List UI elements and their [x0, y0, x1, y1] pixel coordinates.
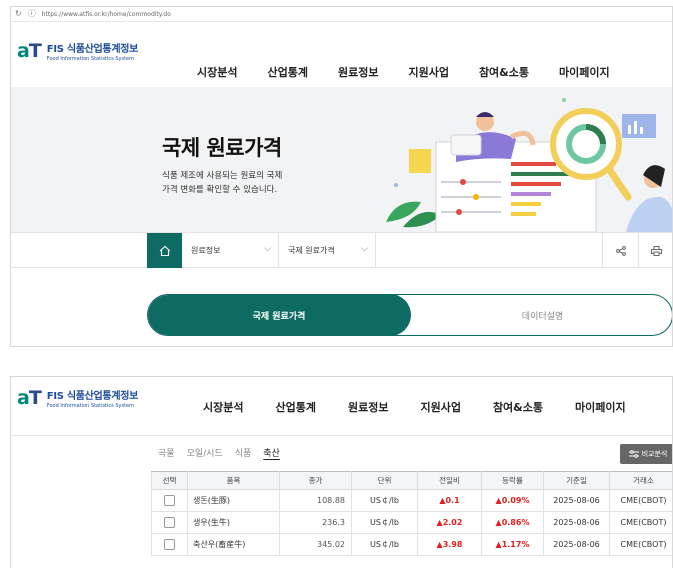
exchange: CME(CBOT) [609, 533, 672, 556]
exchange: CME(CBOT) [609, 489, 672, 512]
logo-title: FIS 식품산업통계정보 [46, 391, 139, 402]
site-header: aT FIS 식품산업통계정보 Food Information Statist… [11, 22, 672, 92]
nav-mypage[interactable]: 마이페이지 [559, 64, 610, 80]
col-change-rate[interactable]: 등락률 [481, 471, 544, 490]
unit: US￠/lb [351, 489, 418, 512]
nav-support-programs[interactable]: 지원사업 [420, 399, 460, 415]
nav-participation[interactable]: 참여&소통 [479, 64, 529, 80]
category-tabs: 곡물 오일/시드 식품 축산 [158, 446, 292, 459]
refresh-icon[interactable]: ↻ [15, 10, 22, 18]
col-change[interactable]: 전일비 [417, 471, 482, 490]
main-nav: 시장분석 산업통계 원료정보 지원사업 참여&소통 마이페이지 [197, 64, 610, 80]
nav-support-programs[interactable]: 지원사업 [408, 64, 448, 80]
breadcrumb-dropdown-1[interactable]: 원료정보 ⌵ [182, 233, 279, 268]
change-value: ▲2.02 [417, 511, 482, 534]
print-button[interactable] [638, 233, 672, 268]
tab-food[interactable]: 식품 [235, 446, 252, 459]
item-name[interactable]: 생돈(生豚) [187, 489, 280, 512]
col-select: 선택 [151, 471, 188, 490]
logo-title: FIS 식품산업통계정보 [46, 44, 139, 55]
col-unit: 단위 [351, 471, 418, 490]
col-item[interactable]: 품목 [187, 471, 280, 490]
unit: US￠/lb [351, 533, 418, 556]
site-info-icon[interactable]: ⓘ [28, 10, 36, 18]
logo-mark: aT [17, 387, 42, 409]
tab-oilseed[interactable]: 오일/시드 [187, 446, 223, 459]
exchange: CME(CBOT) [609, 511, 672, 534]
main-nav: 시장분석 산업통계 원료정보 지원사업 참여&소통 마이페이지 [203, 399, 626, 415]
unit: US￠/lb [351, 511, 418, 534]
change-value: ▲0.1 [417, 489, 482, 512]
browser-address-bar[interactable]: ↻ ⓘ https://www.atfis.or.kr/home/commodi… [11, 7, 672, 22]
chevron-down-icon: ⌵ [264, 244, 271, 254]
base-date: 2025-08-06 [543, 489, 610, 512]
share-button[interactable] [602, 233, 638, 268]
compare-analysis-button[interactable]: 비교분석 [620, 444, 672, 464]
print-icon [651, 245, 662, 256]
nav-market-analysis[interactable]: 시장분석 [203, 399, 243, 415]
col-close-price[interactable]: 종가 [279, 471, 352, 490]
share-icon [615, 245, 626, 256]
change-value: ▲3.98 [417, 533, 482, 556]
tab-data-description[interactable]: 데이터설명 [411, 295, 672, 335]
change-rate: ▲0.86% [481, 511, 544, 534]
item-name[interactable]: 생우(生牛) [187, 511, 280, 534]
home-icon [159, 245, 170, 256]
content-tabs: 국제 원료가격 데이터설명 [147, 294, 672, 336]
site-logo[interactable]: aT FIS 식품산업통계정보 Food Information Statist… [17, 387, 138, 409]
logo-mark: aT [17, 40, 42, 62]
nav-industry-stats[interactable]: 산업통계 [267, 64, 307, 80]
tab-international-prices[interactable]: 국제 원료가격 [148, 295, 411, 335]
nav-raw-material-info[interactable]: 원료정보 [338, 64, 378, 80]
item-name[interactable]: 축산우(畜産牛) [187, 533, 280, 556]
url-text[interactable]: https://www.atfis.or.kr/home/commodity.d… [42, 11, 171, 18]
table-row[interactable]: 축산우(畜産牛) 345.02 US￠/lb ▲3.98 ▲1.17% 2025… [151, 533, 672, 556]
logo-subtitle: Food Information Statistics System [46, 56, 134, 62]
site-logo[interactable]: aT FIS 식품산업통계정보 Food Information Statist… [17, 40, 138, 62]
nav-participation[interactable]: 참여&소통 [493, 399, 543, 415]
row-checkbox[interactable] [164, 495, 175, 506]
table-row[interactable]: 생돈(生豚) 108.88 US￠/lb ▲0.1 ▲0.09% 2025-08… [151, 489, 672, 512]
change-rate: ▲1.17% [481, 533, 544, 556]
price-table: 선택 품목 종가 단위 전일비 등락률 기준일 거래소 생돈(生豚) 108.8… [151, 471, 672, 556]
nav-mypage[interactable]: 마이페이지 [575, 399, 626, 415]
row-checkbox[interactable] [164, 539, 175, 550]
tab-livestock[interactable]: 축산 [263, 446, 280, 459]
sliders-icon [628, 450, 639, 458]
nav-industry-stats[interactable]: 산업통계 [275, 399, 315, 415]
breadcrumb-bar: 원료정보 ⌵ 국제 원료가격 ⌵ [11, 232, 672, 268]
col-exchange: 거래소 [609, 471, 672, 490]
base-date: 2025-08-06 [543, 533, 610, 556]
change-rate: ▲0.09% [481, 489, 544, 512]
nav-raw-material-info[interactable]: 원료정보 [348, 399, 388, 415]
header-divider [11, 435, 672, 436]
breadcrumb-dropdown-2[interactable]: 국제 원료가격 ⌵ [279, 233, 376, 268]
hero-illustration-icon [386, 98, 672, 232]
base-date: 2025-08-06 [543, 511, 610, 534]
close-price: 236.3 [279, 511, 352, 534]
col-base-date[interactable]: 기준일 [543, 471, 610, 490]
table-header-row: 선택 품목 종가 단위 전일비 등락률 기준일 거래소 [151, 471, 672, 490]
page-screenshot-table: aT FIS 식품산업통계정보 Food Information Statist… [10, 376, 673, 568]
hero-banner: 국제 원료가격 식품 제조에 사용되는 원료의 국제 가격 변화를 확인할 수 … [11, 87, 672, 232]
chevron-down-icon: ⌵ [361, 244, 368, 254]
home-button[interactable] [147, 233, 182, 268]
tab-grain[interactable]: 곡물 [158, 446, 175, 459]
close-price: 108.88 [279, 489, 352, 512]
nav-market-analysis[interactable]: 시장분석 [197, 64, 237, 80]
logo-subtitle: Food Information Statistics System [46, 403, 134, 409]
row-checkbox[interactable] [164, 517, 175, 528]
table-row[interactable]: 생우(生牛) 236.3 US￠/lb ▲2.02 ▲0.86% 2025-08… [151, 511, 672, 534]
page-screenshot-top: ↻ ⓘ https://www.atfis.or.kr/home/commodi… [10, 6, 673, 347]
close-price: 345.02 [279, 533, 352, 556]
